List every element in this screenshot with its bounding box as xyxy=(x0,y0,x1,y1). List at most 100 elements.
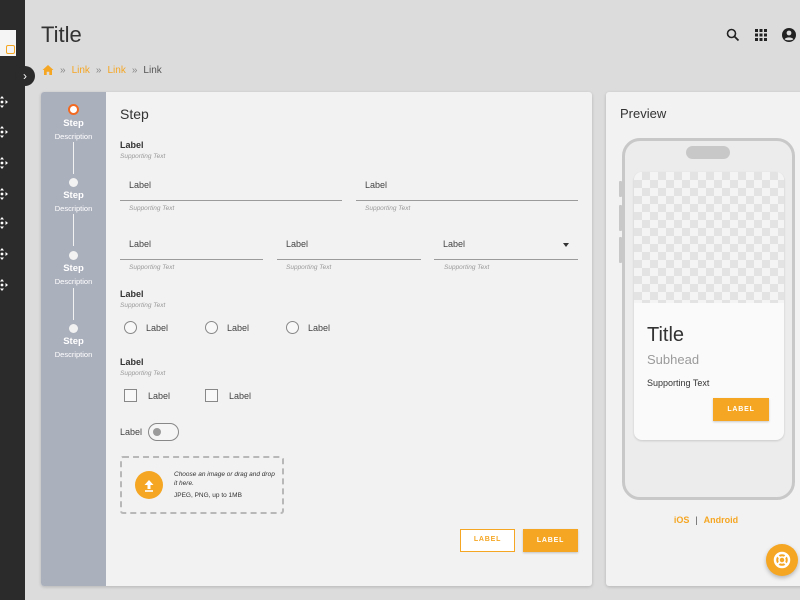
phone-side-button xyxy=(619,237,622,263)
phone-side-button xyxy=(619,181,622,197)
radio-button[interactable] xyxy=(205,321,218,334)
dropzone-instruction: Choose an image or drag and drop it here… xyxy=(174,471,275,487)
step-description: Description xyxy=(54,350,93,359)
search-icon[interactable] xyxy=(725,27,741,43)
breadcrumb-separator: » xyxy=(95,64,102,76)
radio-label: Label xyxy=(146,322,169,333)
secondary-button[interactable]: LABEL xyxy=(460,529,515,552)
step-description: Description xyxy=(54,277,93,286)
breadcrumb-link[interactable]: Link xyxy=(72,65,90,76)
breadcrumb-separator: » xyxy=(131,64,138,76)
group-supporting-text: Supporting Text xyxy=(120,153,166,160)
radio-label: Label xyxy=(308,322,331,333)
step-indicator xyxy=(69,178,78,187)
side-rail xyxy=(0,0,25,600)
toggle-knob xyxy=(153,428,162,436)
home-icon[interactable] xyxy=(42,64,54,76)
breadcrumb-separator: » xyxy=(60,64,66,76)
help-lifebuoy-icon[interactable] xyxy=(766,544,798,576)
move-icon[interactable] xyxy=(0,247,8,260)
select-field[interactable]: Label xyxy=(434,232,578,260)
checkbox-label: Label xyxy=(229,390,252,401)
image-placeholder xyxy=(634,172,784,303)
step-indicator xyxy=(69,251,78,260)
field-supporting-text: Supporting Text xyxy=(129,205,175,212)
checkbox[interactable] xyxy=(205,389,218,402)
checkbox-group-label: Label xyxy=(120,357,144,367)
card-subhead: Subhead xyxy=(647,352,700,367)
step-connector xyxy=(73,142,74,174)
checkbox[interactable] xyxy=(124,389,137,402)
move-icon[interactable] xyxy=(0,125,8,138)
radio-option[interactable]: Label xyxy=(205,321,249,334)
platform-separator: | xyxy=(695,515,698,525)
step-label: Step xyxy=(63,336,84,347)
step-connector xyxy=(73,288,74,320)
field-supporting-text: Supporting Text xyxy=(129,264,175,271)
card-button[interactable]: LABEL xyxy=(713,398,769,421)
step-3[interactable]: Step Description xyxy=(41,251,106,286)
text-field[interactable]: Label xyxy=(356,173,578,201)
field-supporting-text: Supporting Text xyxy=(365,205,411,212)
radio-group-label: Label xyxy=(120,289,144,299)
rail-expand-button[interactable]: › xyxy=(15,66,35,86)
radio-button[interactable] xyxy=(286,321,299,334)
phone-mockup: Title Subhead Supporting Text LABEL xyxy=(619,138,795,500)
caret-down-icon xyxy=(563,243,569,247)
step-indicator-active xyxy=(68,104,79,115)
checkbox-option[interactable]: Label xyxy=(124,389,170,402)
select-field-value: Label xyxy=(443,239,466,249)
step-1[interactable]: Step Description xyxy=(41,104,106,141)
checkbox-label: Label xyxy=(148,390,171,401)
file-dropzone[interactable]: Choose an image or drag and drop it here… xyxy=(120,456,284,514)
toggle-switch[interactable] xyxy=(148,423,180,441)
checkbox-option[interactable]: Label xyxy=(205,389,251,402)
account-icon[interactable] xyxy=(781,27,797,43)
phone-screen-card: Title Subhead Supporting Text LABEL xyxy=(634,172,784,440)
radio-option[interactable]: Label xyxy=(286,321,330,334)
upload-icon[interactable] xyxy=(135,471,163,499)
platform-ios-link[interactable]: iOS xyxy=(674,515,690,525)
text-field-value: Label xyxy=(129,180,152,190)
platform-switcher: iOS | Android xyxy=(606,515,800,525)
checkbox-group-supporting-text: Supporting Text xyxy=(120,370,166,377)
step-4[interactable]: Step Description xyxy=(41,324,106,359)
platform-android-link[interactable]: Android xyxy=(704,515,739,525)
toggle-row: Label xyxy=(120,423,180,441)
text-field[interactable]: Label xyxy=(120,173,342,201)
breadcrumb: » Link » Link » Link xyxy=(42,64,162,76)
move-icon[interactable] xyxy=(0,95,8,108)
field-supporting-text: Supporting Text xyxy=(444,264,490,271)
toggle-label: Label xyxy=(120,427,143,437)
step-indicator xyxy=(69,324,78,333)
move-icon[interactable] xyxy=(0,187,8,200)
preview-card: Preview Title Subhead Supporting Text LA… xyxy=(606,92,800,586)
form-card: Step Description Step Description Step D… xyxy=(41,92,592,586)
radio-button[interactable] xyxy=(124,321,137,334)
move-icon[interactable] xyxy=(0,278,8,291)
radio-label: Label xyxy=(227,322,250,333)
radio-option[interactable]: Label xyxy=(124,321,168,334)
apps-grid-icon[interactable] xyxy=(753,27,769,43)
text-field[interactable]: Label xyxy=(120,232,263,260)
move-icon[interactable] xyxy=(0,156,8,169)
step-description: Description xyxy=(54,132,93,141)
radio-group-supporting-text: Supporting Text xyxy=(120,302,166,309)
primary-button[interactable]: LABEL xyxy=(523,529,578,552)
step-label: Step xyxy=(63,263,84,274)
move-icon[interactable] xyxy=(0,216,8,229)
group-label: Label xyxy=(120,140,144,150)
step-label: Step xyxy=(63,190,84,201)
page-title: Title xyxy=(41,22,82,47)
step-description: Description xyxy=(54,204,93,213)
breadcrumb-link[interactable]: Link xyxy=(107,65,125,76)
step-2[interactable]: Step Description xyxy=(41,178,106,213)
section-title: Step xyxy=(120,106,149,122)
text-field[interactable]: Label xyxy=(277,232,421,260)
field-supporting-text: Supporting Text xyxy=(286,264,332,271)
text-field-value: Label xyxy=(365,180,388,190)
phone-notch xyxy=(686,146,730,159)
step-label: Step xyxy=(63,118,84,129)
step-connector xyxy=(73,214,74,246)
dropzone-hint: JPEG, PNG, up to 1MB xyxy=(174,492,242,499)
